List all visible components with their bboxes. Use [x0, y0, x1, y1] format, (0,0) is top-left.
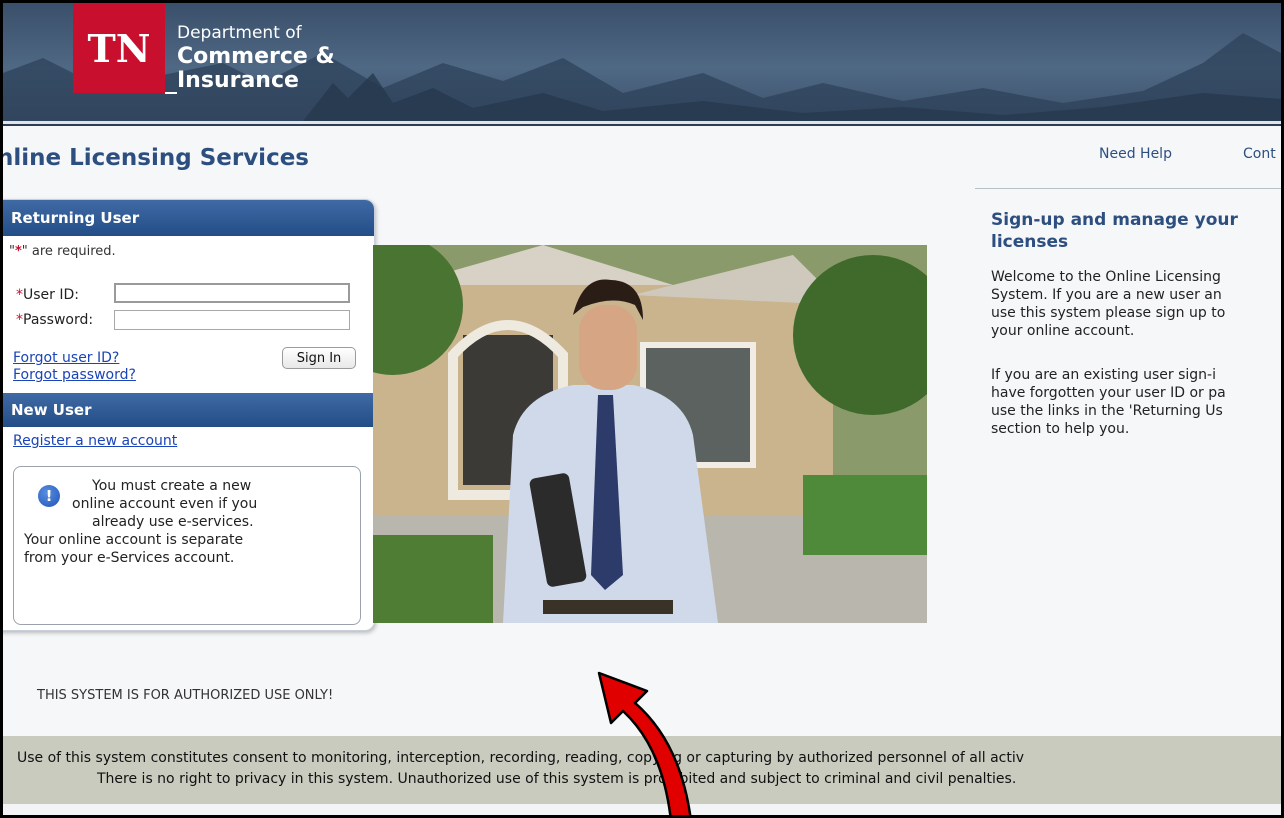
notice-line-5: from your e-Services account. [24, 550, 235, 566]
notice-line-2: online account even if you [72, 496, 258, 512]
password-label-text: Password: [23, 312, 94, 328]
welcome-line-2: System. If you are a new user an [991, 287, 1222, 303]
required-star: * [14, 244, 22, 259]
contact-link[interactable]: Cont [1243, 146, 1276, 162]
need-help-link[interactable]: Need Help [1099, 146, 1172, 162]
tn-logo[interactable]: TN [73, 3, 165, 93]
notice-line-1: You must create a new [92, 478, 252, 494]
existing-line-4: section to help you. [991, 421, 1130, 437]
password-required-star: * [16, 312, 23, 328]
welcome-line-4: your online account. [991, 323, 1135, 339]
logo-underline [165, 92, 177, 94]
required-suffix: " are required. [21, 244, 116, 259]
existing-line-3: use the links in the 'Returning Us [991, 403, 1223, 419]
forgot-password-link[interactable]: Forgot password? [13, 367, 136, 383]
notice-line-3: already use e-services. [92, 514, 254, 530]
department-line-1: Department of [177, 23, 302, 43]
forgot-userid-link[interactable]: Forgot user ID? [13, 350, 119, 366]
page-title: nline Licensing Services [0, 145, 309, 171]
consent-line-1: Use of this system constitutes consent t… [17, 750, 1025, 766]
new-account-notice: ! You must create a new online account e… [13, 466, 361, 625]
userid-label-text: User ID: [23, 287, 79, 303]
right-column-divider [975, 188, 1281, 189]
notice-line-4: Your online account is separate [24, 532, 244, 548]
userid-input[interactable] [114, 283, 350, 303]
department-name: Department of Commerce & Insurance [177, 21, 335, 93]
info-exclamation-icon: ! [38, 485, 60, 507]
banner-divider-dark [3, 124, 1281, 126]
hero-photo-illustration [373, 245, 927, 623]
required-note: "*" are required. [9, 244, 116, 259]
login-panel: Returning User "*" are required. *User I… [3, 199, 375, 631]
register-account-link[interactable]: Register a new account [13, 433, 177, 449]
department-line-3: Insurance [177, 68, 299, 93]
existing-line-2: have forgotten your user ID or pa [991, 385, 1226, 401]
hero-photo [373, 245, 927, 623]
password-label: *Password: [16, 312, 93, 328]
info-title-line-1: Sign-up and manage your [991, 210, 1238, 230]
returning-user-heading: Returning User [3, 200, 374, 236]
info-title-line-2: licenses [991, 232, 1069, 252]
welcome-line-3: use this system please sign up to [991, 305, 1226, 321]
password-input[interactable] [114, 310, 350, 330]
info-title: Sign-up and manage your licenses [991, 209, 1281, 253]
browser-frame: TN Department of Commerce & Insurance nl… [0, 0, 1284, 818]
authorized-use-notice: THIS SYSTEM IS FOR AUTHORIZED USE ONLY! [37, 688, 334, 703]
welcome-paragraph: Welcome to the Online Licensing System. … [991, 268, 1281, 340]
consent-line-2: There is no right to privacy in this sys… [97, 771, 1017, 787]
department-line-2: Commerce & [177, 44, 335, 69]
existing-line-1: If you are an existing user sign-i [991, 367, 1216, 383]
welcome-line-1: Welcome to the Online Licensing [991, 269, 1221, 285]
sign-in-button[interactable]: Sign In [282, 347, 356, 369]
userid-label: *User ID: [16, 287, 79, 303]
consent-banner: Use of this system constitutes consent t… [3, 736, 1281, 804]
bottom-strip [3, 804, 1281, 815]
userid-required-star: * [16, 287, 23, 303]
header-banner: TN Department of Commerce & Insurance [3, 3, 1281, 121]
new-user-heading: New User [3, 393, 374, 427]
existing-user-paragraph: If you are an existing user sign-i have … [991, 366, 1281, 438]
